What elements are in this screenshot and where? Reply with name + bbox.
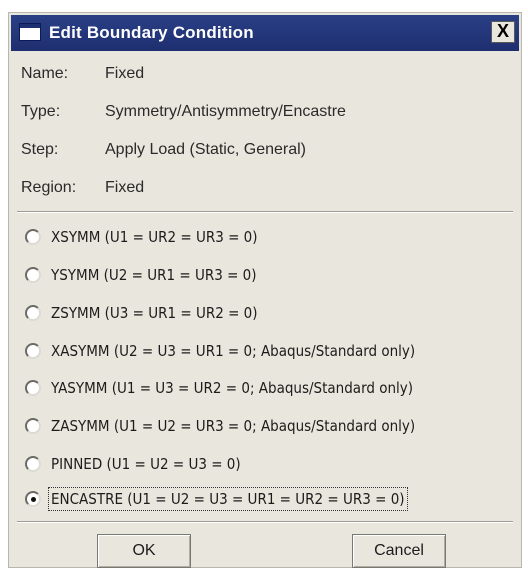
- option-xasymm[interactable]: XASYMM (U2 = U3 = UR1 = 0; Abaqus/Standa…: [21, 340, 513, 364]
- option-encastre[interactable]: ENCASTRE (U1 = U2 = U3 = UR1 = UR2 = UR3…: [21, 487, 513, 512]
- option-pinned[interactable]: PINNED (U1 = U2 = U3 = 0): [21, 453, 513, 477]
- xasymm-label: XASYMM (U2 = U3 = UR1 = 0; Abaqus/Standa…: [51, 342, 416, 360]
- option-ysymm[interactable]: YSYMM (U2 = UR1 = UR3 = 0): [21, 264, 513, 288]
- cancel-button[interactable]: Cancel: [352, 534, 446, 568]
- zasymm-label: ZASYMM (U1 = U2 = UR3 = 0; Abaqus/Standa…: [51, 417, 416, 435]
- step-label: Step:: [21, 141, 59, 158]
- option-zasymm[interactable]: ZASYMM (U1 = U2 = UR3 = 0; Abaqus/Standa…: [21, 415, 513, 439]
- dialog-title: Edit Boundary Condition: [49, 23, 254, 42]
- top-separator: [17, 211, 513, 213]
- encastre-label: ENCASTRE (U1 = U2 = U3 = UR1 = UR2 = UR3…: [48, 487, 408, 511]
- option-xsymm[interactable]: XSYMM (U1 = UR2 = UR3 = 0): [21, 226, 513, 250]
- type-label: Type:: [21, 103, 61, 120]
- option-yasymm[interactable]: YASYMM (U1 = U3 = UR2 = 0; Abaqus/Standa…: [21, 377, 513, 401]
- close-button[interactable]: X: [491, 21, 515, 43]
- ok-button[interactable]: OK: [97, 534, 191, 568]
- zsymm-radio[interactable]: [25, 305, 41, 321]
- title-bar[interactable]: Edit Boundary Condition X: [11, 15, 519, 51]
- zsymm-label: ZSYMM (U3 = UR1 = UR2 = 0): [51, 304, 258, 322]
- encastre-radio[interactable]: [25, 491, 41, 507]
- ysymm-radio[interactable]: [25, 267, 41, 283]
- ysymm-label: YSYMM (U2 = UR1 = UR3 = 0): [51, 266, 257, 284]
- region-value: Fixed: [105, 179, 145, 196]
- xsymm-label: XSYMM (U1 = UR2 = UR3 = 0): [51, 228, 258, 246]
- yasymm-label: YASYMM (U1 = U3 = UR2 = 0; Abaqus/Standa…: [51, 379, 414, 397]
- step-value: Apply Load (Static, General): [105, 141, 306, 158]
- zasymm-radio[interactable]: [25, 418, 41, 434]
- name-value: Fixed: [105, 65, 145, 82]
- xsymm-radio[interactable]: [25, 229, 41, 245]
- option-zsymm[interactable]: ZSYMM (U3 = UR1 = UR2 = 0): [21, 302, 513, 326]
- edit-boundary-condition-dialog: Edit Boundary Condition X Name: Fixed Ty…: [8, 12, 522, 568]
- yasymm-radio[interactable]: [25, 380, 41, 396]
- pinned-label: PINNED (U1 = U2 = U3 = 0): [51, 455, 241, 473]
- type-value: Symmetry/Antisymmetry/Encastre: [105, 103, 346, 120]
- region-label: Region:: [21, 179, 77, 196]
- window-icon: [19, 23, 41, 41]
- pinned-radio[interactable]: [25, 456, 41, 472]
- name-label: Name:: [21, 65, 69, 82]
- bottom-separator: [17, 521, 513, 523]
- xasymm-radio[interactable]: [25, 343, 41, 359]
